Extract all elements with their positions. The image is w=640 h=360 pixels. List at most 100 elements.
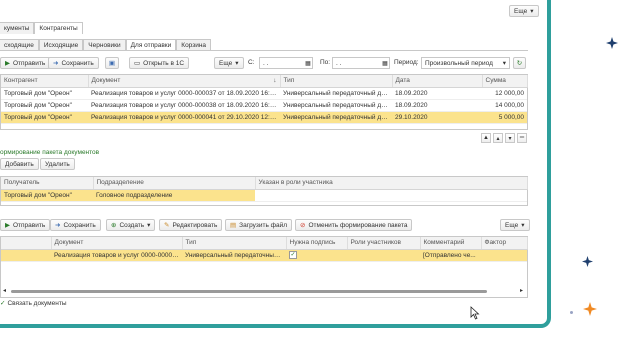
column-header[interactable]: Документ ↓ (88, 75, 281, 88)
column-header[interactable]: Подразделение (93, 177, 256, 190)
arrow-right-icon: ▶ (5, 60, 10, 67)
table-header: Получатель Подразделение Указан в роли у… (1, 177, 528, 190)
sign-checkbox[interactable]: ✓ (286, 249, 347, 262)
chevron-down-icon: ▾ (530, 8, 534, 15)
cell-department: Головное подразделение (93, 189, 255, 202)
bottom-more-button[interactable]: Еще ▾ (500, 219, 530, 231)
horizontal-scrollbar[interactable]: ◂ ▸ (3, 287, 523, 294)
tab-documents[interactable]: кументы (0, 22, 35, 34)
table-header: Документ Тип Нужна подпись Роли участник… (1, 237, 528, 250)
refresh-button[interactable]: ↻ (513, 57, 526, 69)
cell-date: 18.09.2020 (392, 87, 482, 100)
bottom-send-button[interactable]: ▶ Отправить (0, 219, 51, 231)
cell-roles (347, 249, 420, 262)
package-table: Получатель Подразделение Указан в роли у… (0, 176, 528, 206)
cell-type: Универсальный передаточный ... (182, 249, 286, 262)
column-header[interactable]: Комментарий (420, 237, 482, 250)
attachments-table: Документ Тип Нужна подпись Роли участник… (0, 236, 528, 298)
document-icon: ▭ (134, 60, 141, 67)
cell-date: 29.10.2020 (392, 111, 482, 124)
refresh-icon: ↻ (516, 60, 523, 67)
table-row-selected[interactable]: Торговый дом "Ореон" Реализация товаров … (1, 111, 527, 124)
open-in-1c-button[interactable]: ▭ Открыть в 1С (129, 57, 190, 69)
column-header[interactable]: Дата (392, 75, 483, 88)
column-header[interactable]: Сумма (482, 75, 528, 88)
create-button[interactable]: ⊕ Создать ▾ (106, 219, 156, 231)
column-header[interactable]: Тип (182, 237, 287, 250)
column-header[interactable]: Получатель (1, 177, 94, 190)
package-section-title: ормирование пакета документов (0, 149, 100, 156)
disk-save-button[interactable]: ▣ (105, 57, 119, 69)
chevron-right-icon[interactable]: ▸ (520, 287, 523, 294)
star-icon (583, 302, 597, 316)
mouse-cursor-icon (470, 306, 480, 320)
decorative-dot (570, 311, 573, 314)
link-docs-checkbox[interactable]: ✓ Связать документы (0, 299, 67, 308)
cell-sum: 14 000,00 (482, 99, 527, 112)
cell-blank (1, 249, 51, 262)
cell-document: Реализация товаров и услуг 0000-00004... (51, 249, 182, 262)
cell-comment: [Отправлено че... (420, 249, 481, 262)
cancel-package-button[interactable]: ⊘ Отменить формирование пакета (295, 219, 413, 231)
cell-document: Реализация товаров и услуг 0000-000041 о… (88, 111, 280, 124)
checkmark-icon: ✓ (0, 300, 6, 307)
table-row-selected[interactable]: Реализация товаров и услуг 0000-00004...… (1, 249, 527, 262)
cell-type: Универсальный передаточный до... (280, 99, 392, 112)
chevron-down-icon: ▾ (502, 60, 506, 67)
column-header[interactable]: Документ (51, 237, 183, 250)
column-header[interactable]: Нужна подпись (286, 237, 348, 250)
table-row[interactable]: Торговый дом "Ореон" Реализация товаров … (1, 87, 527, 100)
column-header[interactable]: Роли участников (347, 237, 421, 250)
period-select[interactable]: Произвольный период ▾ (421, 57, 510, 69)
cell-sum: 5 000,00 (482, 111, 527, 124)
cell-document: Реализация товаров и услуг 0000-000037 о… (88, 87, 280, 100)
arrow-right-icon: ▶ (5, 222, 10, 229)
plus-circle-icon: ⊕ (111, 222, 117, 229)
star-icon (582, 256, 593, 267)
add-button[interactable]: Добавить (0, 158, 39, 170)
column-header[interactable]: Фактор (481, 237, 528, 250)
table-row[interactable]: Торговый дом "Ореон" Реализация товаров … (1, 99, 527, 112)
tab-counterparties[interactable]: Контрагенты (34, 22, 83, 34)
documents-table: Контрагент Документ ↓ Тип Дата Сумма Торг… (0, 74, 528, 130)
column-header[interactable]: Тип (280, 75, 393, 88)
cell-role (255, 189, 527, 202)
calendar-icon[interactable]: ▦ (304, 58, 312, 68)
table-row-selected[interactable]: Торговый дом "Ореон" Головное подразделе… (1, 189, 527, 202)
scroll-down-icon[interactable]: ▾ (505, 133, 515, 143)
scrollbar-thumb[interactable] (11, 290, 487, 293)
scroll-up-icon[interactable]: ▴ (493, 133, 503, 143)
cell-recipient: Торговый дом "Ореон" (1, 189, 93, 202)
toolbar-more-button[interactable]: Еще ▾ (214, 57, 244, 69)
chevron-down-icon: ▾ (521, 222, 525, 229)
chevron-down-icon: ▾ (147, 222, 151, 229)
send-button[interactable]: ▶ Отправить (0, 57, 51, 69)
floppy-disk-icon: ▣ (108, 60, 116, 67)
folder-icon: ▤ (230, 222, 237, 229)
calendar-icon[interactable]: ▦ (381, 58, 389, 68)
edit-button[interactable]: ✎ Редактировать (159, 219, 223, 231)
chevron-left-icon[interactable]: ◂ (3, 287, 6, 294)
sort-arrow-icon: ↓ (273, 77, 277, 85)
cell-sum: 12 000,00 (482, 87, 527, 100)
app-window: Еще ▾ кументы Контрагенты сходящие Исход… (0, 0, 551, 328)
pencil-icon: ✎ (164, 222, 170, 229)
delete-button[interactable]: Удалить (40, 158, 75, 170)
upload-file-button[interactable]: ▤ Загрузить файл (225, 219, 293, 231)
table-header: Контрагент Документ ↓ Тип Дата Сумма (1, 75, 528, 88)
column-header[interactable]: Контрагент (1, 75, 89, 88)
column-header (1, 237, 52, 250)
period-label: Период: (394, 59, 419, 66)
scroll-bottom-icon[interactable]: ═ (517, 133, 527, 143)
window-more-button[interactable]: Еще ▾ (509, 5, 539, 17)
chevron-down-icon: ▾ (235, 60, 239, 67)
cell-type: Универсальный передаточный до... (280, 111, 392, 124)
cell-counterparty: Торговый дом "Ореон" (1, 87, 88, 100)
main-tabs: кументы Контрагенты (0, 22, 83, 34)
cell-type: Универсальный передаточный до... (280, 87, 392, 100)
scroll-top-icon[interactable]: ▲ (481, 133, 491, 143)
bottom-save-button[interactable]: ➜ Сохранить (50, 219, 101, 231)
tabs-divider (0, 50, 528, 51)
column-header[interactable]: Указан в роли участника (255, 177, 528, 190)
save-button[interactable]: ➜ Сохранить (48, 57, 99, 69)
